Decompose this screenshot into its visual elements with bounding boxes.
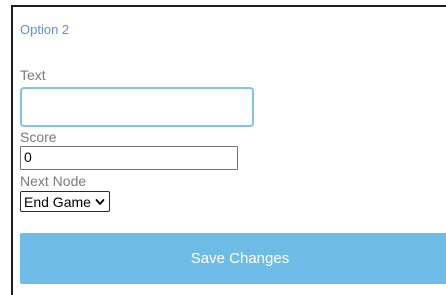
next-node-select[interactable]: End Game	[20, 191, 110, 212]
score-input[interactable]: 0	[20, 146, 238, 170]
chevron-down-icon	[95, 198, 105, 205]
option-title: Option 2	[20, 22, 70, 37]
next-node-value: End Game	[24, 193, 91, 210]
text-input[interactable]	[20, 87, 254, 127]
save-changes-button[interactable]: Save Changes	[20, 233, 446, 284]
next-node-label: Next Node	[20, 173, 87, 189]
text-label: Text	[20, 67, 46, 83]
option-panel: Option 2 Text Score 0 Next Node End Game…	[11, 5, 446, 295]
score-label: Score	[20, 129, 57, 145]
